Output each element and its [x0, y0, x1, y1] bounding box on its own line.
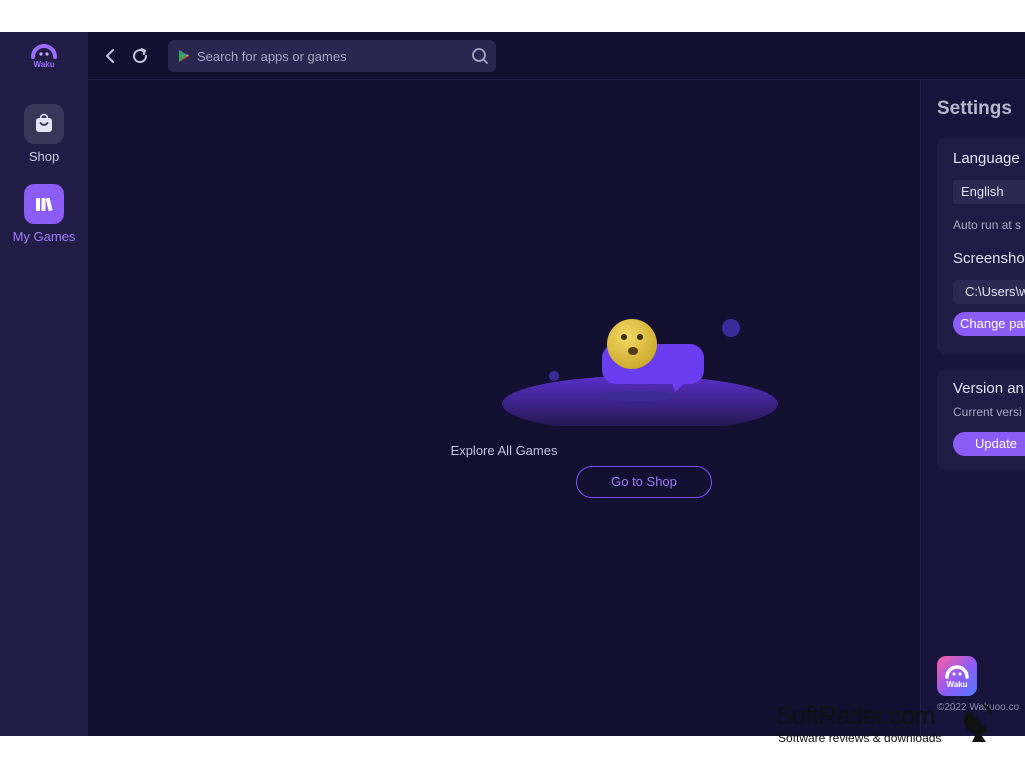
search-input[interactable] [197, 40, 461, 72]
sidebar-item-my-games[interactable]: My Games [0, 184, 88, 244]
reload-icon[interactable] [128, 44, 152, 68]
top-bar [88, 32, 1025, 80]
sidebar-item-shop[interactable]: Shop [0, 104, 88, 164]
my-games-empty-state: Explore All Games Go to Shop [88, 80, 920, 736]
waku-footer-logo-icon: Waku [937, 656, 977, 696]
google-play-icon [177, 49, 191, 63]
language-select[interactable]: English [953, 180, 1025, 204]
go-to-shop-button[interactable]: Go to Shop [576, 466, 712, 498]
empty-games-illustration [502, 319, 778, 426]
back-arrow-icon[interactable] [98, 44, 122, 68]
update-button[interactable]: Update [953, 432, 1025, 456]
logo-text: Waku [33, 60, 54, 69]
version-card: Version an Current versi Update [937, 370, 1025, 470]
left-nav-rail: Waku Shop My Games [0, 32, 88, 736]
version-heading: Version an [953, 380, 1024, 397]
current-version-label: Current versi [953, 405, 1022, 419]
screenshot-path-field[interactable]: C:\Users\w [953, 280, 1025, 304]
shopping-bag-icon [24, 104, 64, 144]
game-library-icon [24, 184, 64, 224]
watermark-name: SoftRadar.com [776, 702, 935, 730]
footer-logo-text: Waku [946, 680, 967, 689]
softradar-watermark: SoftRadar.com Software reviews & downloa… [776, 700, 1016, 748]
search-bar [168, 40, 496, 72]
watermark-tagline: Software reviews & downloads [778, 731, 942, 745]
search-icon[interactable] [471, 47, 489, 65]
satellite-dish-icon [964, 705, 993, 742]
waku-logo-icon: Waku [28, 42, 60, 70]
sidebar-item-label: My Games [12, 229, 76, 244]
sidebar-item-label: Shop [28, 149, 60, 164]
auto-run-label: Auto run at s [953, 218, 1022, 232]
screenshot-heading: Screenshot [953, 250, 1025, 267]
settings-panel: Settings Language English Auto run at s … [920, 80, 1025, 736]
general-settings-card: Language English Auto run at s Screensho… [937, 138, 1025, 354]
waku-app-window: Waku Shop My Games Search for apps or ga… [0, 32, 1025, 736]
language-heading: Language [953, 150, 1020, 167]
change-path-button[interactable]: Change pat [953, 312, 1025, 336]
empty-state-message: Explore All Games [450, 443, 558, 458]
settings-title: Settings [937, 98, 1012, 119]
